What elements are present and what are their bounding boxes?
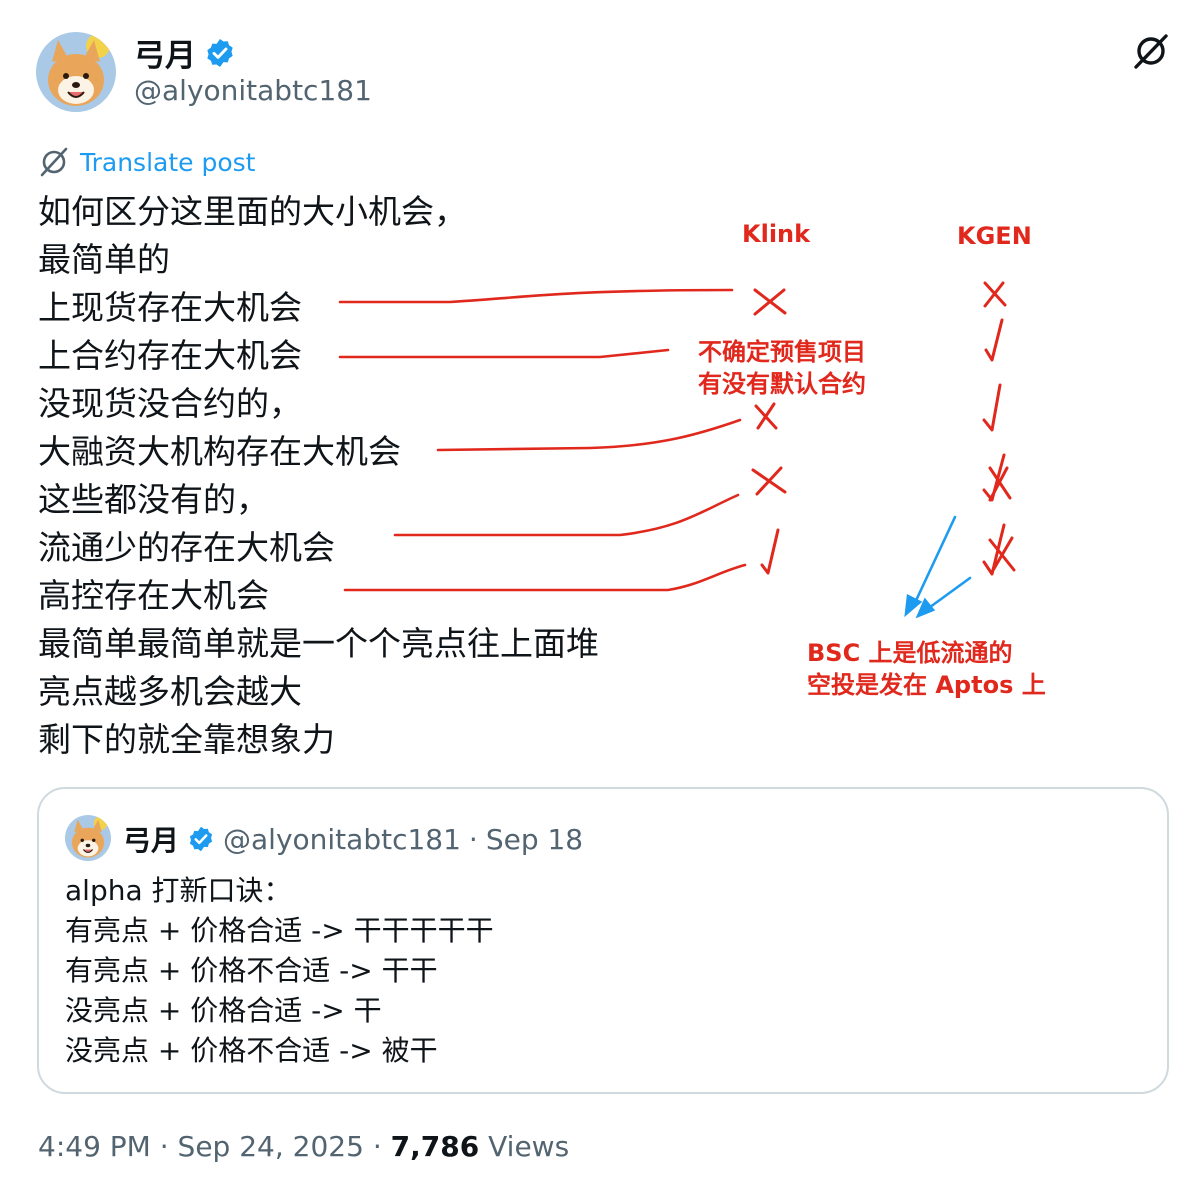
cross-mark [753, 288, 787, 316]
post-time[interactable]: 4:49 PM [38, 1130, 151, 1163]
annotation-note: 空投是发在 Aptos 上 [807, 671, 1046, 699]
views-label: Views [488, 1130, 570, 1163]
translate-post-label: Translate post [80, 147, 256, 177]
verified-badge-icon [207, 38, 233, 67]
shiba-avatar-icon [65, 815, 111, 861]
annotation-label-klink: Klink [742, 220, 811, 248]
quoted-post-line: 有亮点 + 价格合适 -> 干干干干干 [65, 914, 494, 947]
author-avatar[interactable] [36, 32, 116, 112]
separator-dot: · [159, 1130, 178, 1163]
post-line: 大融资大机构存在大机会 [38, 432, 401, 471]
post-line: 最简单的 [38, 240, 170, 279]
quoted-post-line: alpha 打新口诀： [65, 874, 292, 907]
author-handle[interactable]: @alyonitabtc181 [134, 74, 372, 107]
translate-icon [40, 147, 68, 177]
quoted-author-avatar [65, 815, 111, 861]
post-line: 没现货没合约的， [38, 384, 302, 423]
cross-mark [983, 281, 1007, 308]
post-line: 亮点越多机会越大 [38, 672, 302, 711]
annotation-note: BSC 上是低流通的 [807, 639, 1013, 667]
cross-mark [751, 466, 787, 496]
post-line: 如何区分这里面的大小机会， [38, 192, 467, 231]
quoted-post-header: 弓月 @alyonitabtc181 · Sep 18 [123, 819, 583, 859]
quoted-author-handle: @alyonitabtc181 [223, 822, 461, 856]
annotation-note: 不确定预售项目 [698, 338, 866, 366]
quoted-author-name: 弓月 [123, 824, 180, 857]
quoted-post-line: 没亮点 + 价格合适 -> 干 [65, 994, 382, 1027]
post-line: 上现货存在大机会 [38, 288, 302, 327]
post-line: 剩下的就全靠想象力 [38, 720, 335, 759]
quoted-post-card[interactable]: 弓月 @alyonitabtc181 · Sep 18 alpha 打新口诀： … [37, 787, 1169, 1094]
post-line: 流通少的存在大机会 [38, 528, 335, 567]
check-mark [984, 318, 1004, 362]
post-line: 高控存在大机会 [38, 576, 269, 615]
annotation-note: 有没有默认合约 [698, 370, 866, 398]
cross-mark [754, 402, 778, 430]
author-name-text: 弓月 [134, 38, 196, 74]
post-line: 最简单最简单就是一个个亮点往上面堆 [38, 624, 599, 663]
quoted-post-line: 有亮点 + 价格不合适 -> 干干 [65, 954, 438, 987]
shiba-avatar-icon [36, 32, 116, 112]
quoted-post-body: alpha 打新口诀： 有亮点 + 价格合适 -> 干干干干干 有亮点 + 价格… [65, 871, 494, 1071]
separator-dot: · [468, 822, 478, 856]
quoted-post-line: 没亮点 + 价格不合适 -> 被干 [65, 1034, 438, 1067]
views-count: 7,786 [390, 1130, 480, 1163]
separator-dot: · [372, 1130, 391, 1163]
annotation-label-kgen: KGEN [957, 222, 1032, 250]
translate-post-link[interactable]: Translate post [38, 146, 255, 178]
check-mark [760, 528, 780, 575]
grok-icon[interactable] [1132, 32, 1170, 70]
author-name[interactable]: 弓月 [134, 30, 236, 75]
post-body: 如何区分这里面的大小机会， 最简单的 上现货存在大机会 上合约存在大机会 没现货… [38, 188, 599, 764]
post-date[interactable]: Sep 24, 2025 [178, 1130, 364, 1163]
quoted-post-date: Sep 18 [485, 822, 584, 856]
check-cross-mark [982, 523, 1016, 576]
post-line: 这些都没有的， [38, 480, 269, 519]
check-cross-mark [982, 453, 1012, 502]
blue-arrow [924, 576, 972, 612]
post-line: 上合约存在大机会 [38, 336, 302, 375]
post-meta: 4:49 PM · Sep 24, 2025 · 7,786 Views [38, 1130, 569, 1163]
check-mark [982, 383, 1002, 432]
blue-arrow [911, 515, 957, 609]
verified-badge-icon [189, 826, 213, 852]
